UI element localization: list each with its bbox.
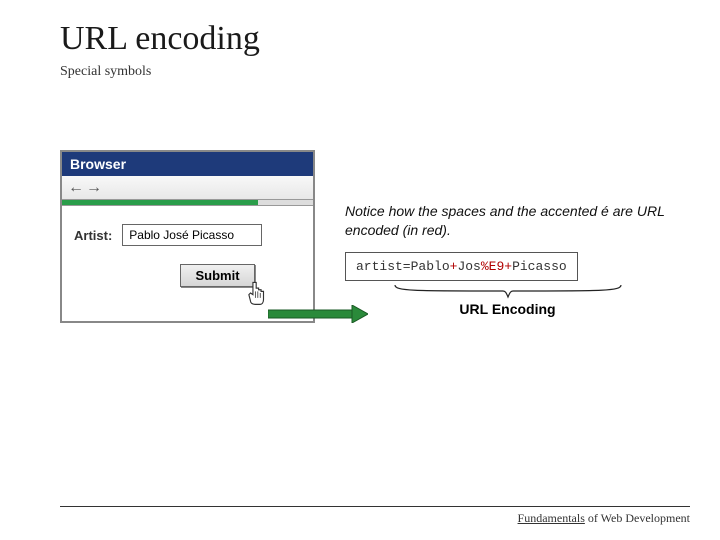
- url-encoding-label: URL Encoding: [345, 301, 670, 317]
- brace-icon: [393, 283, 623, 301]
- enc-e9: %E9+: [481, 259, 512, 274]
- back-icon: ←: [68, 180, 84, 196]
- enc-pre: artist=Pablo: [356, 259, 450, 274]
- footer-underline: Fundamentals: [518, 511, 585, 525]
- enc-mid: Jos: [457, 259, 480, 274]
- encoded-output: artist=Pablo+Jos%E9+Picasso: [345, 252, 578, 281]
- browser-body: Artist: Submit: [62, 206, 313, 321]
- notice-text: Notice how the spaces and the accented é…: [345, 202, 670, 240]
- slide-footer: Fundamentals of Web Development: [60, 506, 690, 526]
- browser-titlebar: Browser: [62, 152, 313, 176]
- forward-icon: →: [86, 180, 102, 196]
- brace-wrap: URL Encoding: [345, 283, 670, 317]
- content-area: Browser ← → Artist: Submit: [60, 150, 670, 323]
- artist-input[interactable]: [122, 224, 262, 246]
- pointer-cursor-icon: [244, 280, 270, 306]
- browser-toolbar: ← →: [62, 176, 313, 200]
- page-subtitle: Special symbols: [60, 64, 670, 80]
- arrow-connector-icon: [268, 305, 368, 323]
- artist-label: Artist:: [74, 228, 112, 243]
- browser-mockup: Browser ← → Artist: Submit: [60, 150, 315, 323]
- page-title: URL encoding: [60, 20, 670, 58]
- footer-rest: of Web Development: [585, 511, 690, 525]
- explanation-column: Notice how the spaces and the accented é…: [345, 150, 670, 317]
- enc-post: Picasso: [512, 259, 567, 274]
